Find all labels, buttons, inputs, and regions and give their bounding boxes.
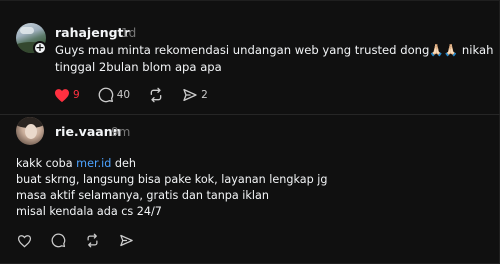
share-button[interactable] — [119, 233, 134, 248]
send-icon — [183, 89, 197, 101]
like-button[interactable] — [17, 234, 32, 248]
reply-text-prefix: kakk coba — [16, 157, 77, 170]
share-count: 2 — [201, 89, 208, 101]
avatar-sky — [20, 27, 34, 34]
post-original[interactable]: + rahajengtr 1d Guys mau minta rekomenda… — [0, 0, 500, 114]
reply-button[interactable] — [51, 233, 66, 248]
heart-icon — [17, 234, 32, 247]
reply-text-suffix: deh — [111, 157, 136, 170]
heart-filled-icon — [55, 88, 69, 102]
reply-timestamp: 9m — [111, 125, 131, 139]
post-text: Guys mau minta rekomendasi undangan web … — [55, 42, 494, 76]
repost-icon — [87, 233, 98, 248]
post-timestamp: 1d — [121, 26, 137, 40]
post-divider — [0, 114, 500, 115]
avatar[interactable] — [16, 117, 44, 145]
like-count: 9 — [73, 89, 80, 101]
post-text-line: tinggal 2bulan blom apa apa — [55, 60, 222, 74]
reply-text-line: kakk coba mer.id deh — [16, 156, 476, 172]
repost-button[interactable] — [148, 87, 164, 103]
reply-actions — [17, 233, 153, 248]
repost-button[interactable] — [85, 233, 100, 248]
avatar-face — [25, 124, 37, 139]
post-actions: 9 40 2 — [54, 87, 226, 103]
reply-button[interactable]: 40 — [98, 87, 130, 103]
share-button[interactable]: 2 — [182, 87, 208, 103]
reply-text-line: misal kendala ada cs 24/7 — [16, 205, 162, 218]
like-button[interactable]: 9 — [54, 88, 80, 103]
follow-plus-icon[interactable]: + — [33, 41, 47, 55]
post-username[interactable]: rahajengtr — [55, 25, 130, 40]
comment-bubble-icon — [98, 87, 113, 103]
threads-feed: + rahajengtr 1d Guys mau minta rekomenda… — [0, 0, 500, 264]
reply-count: 40 — [116, 89, 131, 101]
comment-bubble-icon — [51, 233, 66, 248]
send-icon — [120, 234, 133, 247]
reply-text-line: buat skrng, langsung bisa pake kok, laya… — [16, 173, 328, 186]
reply-text: kakk coba mer.id deh buat skrng, langsun… — [16, 156, 476, 220]
repost-icon — [150, 87, 162, 103]
post-text-line: Guys mau minta rekomendasi undangan web … — [55, 43, 494, 57]
mention-link[interactable]: mer.id — [76, 157, 111, 170]
reply-text-line: masa aktif selamanya, gratis dan tanpa i… — [16, 189, 269, 202]
